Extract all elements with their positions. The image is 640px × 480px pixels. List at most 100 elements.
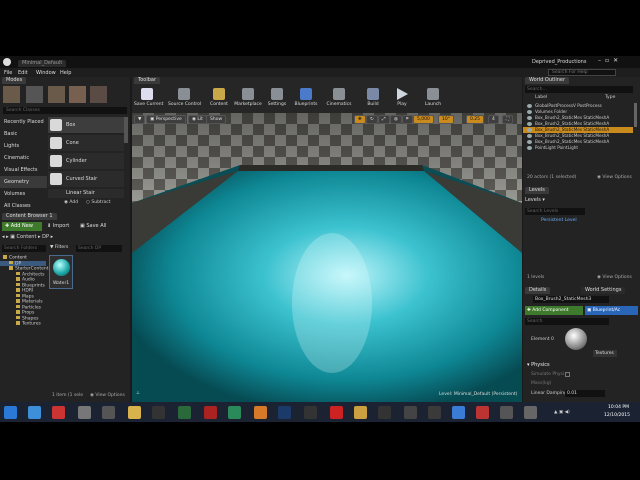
rotation-snap-value[interactable]: 10° xyxy=(438,115,454,124)
brush-subtract-radio[interactable]: ○ Subtract xyxy=(86,200,111,205)
save-all-button[interactable]: ▣ Save All xyxy=(80,222,106,231)
level-tab[interactable]: Minimal_Default xyxy=(18,60,67,67)
eye-icon[interactable] xyxy=(527,122,532,126)
outliner-scrollbar[interactable] xyxy=(634,103,637,127)
menu-help[interactable]: Help xyxy=(60,70,71,76)
ie-icon[interactable] xyxy=(28,406,41,419)
search-help-input[interactable]: Search For Help xyxy=(548,69,616,76)
app-icon[interactable] xyxy=(304,406,317,419)
app-icon[interactable] xyxy=(476,406,489,419)
import-button[interactable]: ⬇ Import xyxy=(47,222,69,231)
cinematics-button[interactable]: Cinematics xyxy=(326,88,352,112)
category-visual-effects[interactable]: Visual Effects xyxy=(0,164,47,176)
outliner-row[interactable]: Box_Brush2_StaticMes StaticMeshA xyxy=(523,133,633,139)
outliner-row[interactable]: GlobalPostProcessV PostProcess xyxy=(523,103,633,109)
unreal-taskbar-icon[interactable] xyxy=(524,406,537,419)
viewport-options-button[interactable]: ▼ xyxy=(134,115,146,124)
save-current-button[interactable]: Save Current xyxy=(134,88,163,112)
search-folders-input[interactable]: Search Folders xyxy=(2,245,46,252)
linear-damping-input[interactable]: 0.01 xyxy=(565,390,605,397)
content-view-options[interactable]: ◉ View Options xyxy=(90,393,125,398)
levels-search-input[interactable]: Search Levels xyxy=(525,208,585,215)
category-basic[interactable]: Basic xyxy=(0,128,47,140)
modes-scrollbar[interactable] xyxy=(124,117,128,143)
landscape-mode-icon[interactable] xyxy=(48,86,65,103)
category-all-classes[interactable]: All Classes xyxy=(0,200,47,212)
levels-menu[interactable]: Levels ▾ xyxy=(525,197,545,203)
details-tab[interactable]: Details xyxy=(525,287,551,294)
category-lights[interactable]: Lights xyxy=(0,140,47,152)
settings-button[interactable]: Settings xyxy=(264,88,290,112)
eye-icon[interactable] xyxy=(527,128,532,132)
app-icon[interactable] xyxy=(330,406,343,419)
paint-mode-icon[interactable] xyxy=(26,86,43,103)
asset-water1[interactable]: Water1 xyxy=(49,255,73,289)
perspective-button[interactable]: ▣ Perspective xyxy=(146,115,186,124)
rotate-tool-icon[interactable]: ↻ xyxy=(366,115,378,124)
category-volumes[interactable]: Volumes xyxy=(0,188,47,200)
filters-button[interactable]: ▼ Filters xyxy=(50,245,68,250)
outliner-row[interactable]: Box_Brush2_StaticMes StaticMeshA xyxy=(523,121,633,127)
modes-tab[interactable]: Modes xyxy=(2,77,27,84)
app-icon[interactable] xyxy=(52,406,65,419)
source-control-button[interactable]: Source Control xyxy=(168,88,201,112)
menu-window[interactable]: Window xyxy=(36,70,56,76)
app-icon[interactable] xyxy=(78,406,91,419)
simulate-physics-checkbox[interactable] xyxy=(565,372,570,377)
lit-button[interactable]: ◉ Lit xyxy=(188,115,207,124)
outliner-row-selected[interactable]: Box_Brush2_StaticMes StaticMeshA xyxy=(523,127,633,133)
geometry-mode-icon[interactable] xyxy=(90,86,107,103)
category-recently-placed[interactable]: Recently Placed xyxy=(0,116,47,128)
app-icon[interactable] xyxy=(254,406,267,419)
toolbar-tab[interactable]: Toolbar xyxy=(134,77,161,84)
app-icon[interactable] xyxy=(152,406,165,419)
physics-section-header[interactable]: ▾ Physics xyxy=(527,362,550,368)
outliner-row[interactable]: Volumes Folder xyxy=(523,109,633,115)
app-icon[interactable] xyxy=(500,406,513,419)
eye-icon[interactable] xyxy=(527,110,532,114)
eye-icon[interactable] xyxy=(527,140,532,144)
play-button[interactable]: Play xyxy=(389,88,415,112)
start-button[interactable] xyxy=(4,406,17,419)
camera-speed-value[interactable]: 4 xyxy=(488,115,499,124)
maximize-viewport-icon[interactable]: ⛶ xyxy=(502,115,514,124)
marketplace-button[interactable]: Marketplace xyxy=(233,88,263,112)
menu-edit[interactable]: Edit xyxy=(18,70,28,76)
transform-mode-group[interactable]: ✥ xyxy=(354,115,366,124)
add-new-button[interactable]: ✚ Add New xyxy=(2,222,42,231)
folder-icon[interactable] xyxy=(128,406,141,419)
eye-icon[interactable] xyxy=(527,134,532,138)
category-geometry[interactable]: Geometry xyxy=(0,176,47,188)
chrome-icon[interactable] xyxy=(452,406,465,419)
breadcrumb-dp[interactable]: DP xyxy=(42,234,49,240)
outliner-col-type[interactable]: Type xyxy=(605,95,615,100)
app-icon[interactable] xyxy=(354,406,367,419)
show-button[interactable]: Show xyxy=(206,115,227,124)
shape-box[interactable]: Box xyxy=(48,117,124,133)
tree-textures[interactable]: Textures xyxy=(0,321,46,327)
breadcrumb-content[interactable]: Content xyxy=(17,234,37,240)
brush-add-radio[interactable]: ◉ Add xyxy=(64,200,78,205)
material-thumbnail[interactable] xyxy=(565,328,587,350)
outliner-col-label[interactable]: Label xyxy=(535,95,547,100)
eye-icon[interactable] xyxy=(527,104,532,108)
eye-icon[interactable] xyxy=(527,116,532,120)
app-icon[interactable] xyxy=(178,406,191,419)
world-outliner-tab[interactable]: World Outliner xyxy=(525,77,570,84)
scale-tool-icon[interactable]: ⤢ xyxy=(378,115,390,124)
outliner-row[interactable]: Box_Brush2_StaticMes StaticMeshA xyxy=(523,115,633,121)
world-settings-tab[interactable]: World Settings xyxy=(581,287,626,294)
persistent-level-row[interactable]: Persistent Level xyxy=(541,218,577,223)
foliage-mode-icon[interactable] xyxy=(69,86,86,103)
textures-dropdown[interactable]: Textures xyxy=(593,350,617,357)
outliner-row[interactable]: PointLight PointLight xyxy=(523,145,633,151)
add-component-button[interactable]: ✚ Add Component xyxy=(525,306,583,315)
levels-tab[interactable]: Levels xyxy=(525,187,549,194)
eye-icon[interactable] xyxy=(527,146,532,150)
place-mode-icon[interactable] xyxy=(3,86,20,103)
scale-snap-value[interactable]: 0.25 xyxy=(466,115,485,124)
shape-cone[interactable]: Cone xyxy=(48,135,124,151)
steam-icon[interactable] xyxy=(278,406,291,419)
app-icon[interactable] xyxy=(102,406,115,419)
shape-curved-stair[interactable]: Curved Stair xyxy=(48,171,124,187)
